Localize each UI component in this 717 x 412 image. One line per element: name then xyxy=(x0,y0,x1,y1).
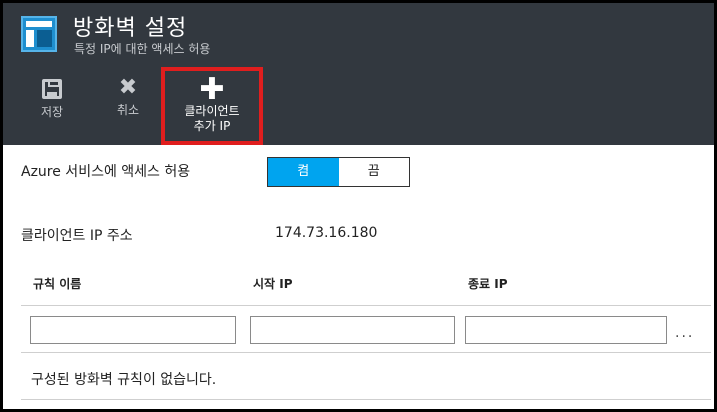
add-client-ip-label-line2: 추가 IP xyxy=(193,119,231,133)
azure-access-toggle: 켬 끔 xyxy=(267,157,410,187)
azure-access-label: Azure 서비스에 액세스 허용 xyxy=(21,164,191,180)
page-title: 방화벽 설정 xyxy=(73,16,188,41)
add-client-ip-label-line1: 클라이언트 xyxy=(184,104,240,118)
client-ip-label: 클라이언트 IP 주소 xyxy=(21,228,133,244)
column-header-rule-name: 규칙 이름 xyxy=(33,277,82,291)
table-divider xyxy=(21,399,711,400)
plus-icon: ✚ xyxy=(199,72,225,107)
empty-rules-message: 구성된 방화벽 규칙이 없습니다. xyxy=(31,372,217,388)
close-icon: ✖ xyxy=(118,75,138,100)
table-divider xyxy=(21,352,711,353)
save-label: 저장 xyxy=(40,105,64,119)
start-ip-input[interactable] xyxy=(250,316,455,344)
cancel-label: 취소 xyxy=(116,103,140,117)
end-ip-input[interactable] xyxy=(465,316,667,344)
more-options-icon[interactable]: ... xyxy=(675,325,694,341)
client-ip-value: 174.73.16.180 xyxy=(275,225,378,241)
page-subtitle: 특정 IP에 대한 액세스 허용 xyxy=(74,42,211,56)
table-divider xyxy=(21,305,711,306)
blade-header: 방화벽 설정 특정 IP에 대한 액세스 허용 저장 ✖ 취소 ✚ 클라이언트 … xyxy=(3,3,714,145)
window: 방화벽 설정 특정 IP에 대한 액세스 허용 저장 ✖ 취소 ✚ 클라이언트 … xyxy=(0,0,717,412)
firewall-blade-icon xyxy=(21,16,57,52)
column-header-start-ip: 시작 IP xyxy=(253,277,293,291)
blade-content: Azure 서비스에 액세스 허용 켬 끔 클라이언트 IP 주소 174.73… xyxy=(3,145,714,409)
column-header-end-ip: 종료 IP xyxy=(468,277,508,291)
save-button[interactable]: 저장 xyxy=(17,75,87,125)
rule-name-input[interactable] xyxy=(30,316,236,344)
toggle-off-option[interactable]: 끔 xyxy=(339,158,410,186)
toggle-on-option[interactable]: 켬 xyxy=(268,158,339,186)
save-icon xyxy=(42,79,62,99)
add-client-ip-button[interactable]: ✚ 클라이언트 추가 IP xyxy=(161,67,263,145)
cancel-button[interactable]: ✖ 취소 xyxy=(93,75,163,125)
